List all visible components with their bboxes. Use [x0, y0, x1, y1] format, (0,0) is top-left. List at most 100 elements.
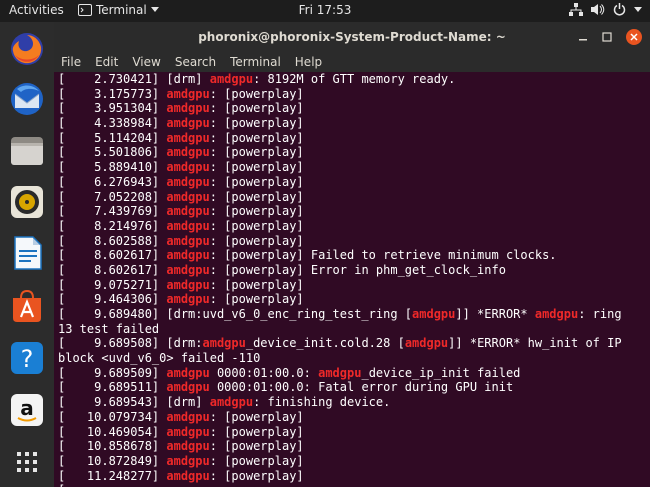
- line-text: [ 3.175773]: [58, 86, 167, 101]
- firefox-icon[interactable]: [9, 31, 45, 67]
- highlighted-token: amdgpu: [166, 189, 210, 204]
- line-text: block <uvd_v6_0> failed -110: [58, 351, 261, 366]
- menu-view[interactable]: View: [132, 55, 160, 69]
- activities-button[interactable]: Activities: [9, 3, 64, 17]
- terminal-line: [ 3.951304] amdgpu: [powerplay]: [58, 101, 650, 116]
- terminal-line: [ 7.052208] amdgpu: [powerplay]: [58, 190, 650, 205]
- line-text: [ 9.689508] [drm:: [58, 336, 203, 351]
- terminal-line: [ 8.214976] amdgpu: [powerplay]: [58, 219, 650, 234]
- terminal-line: [ 5.501806] amdgpu: [powerplay]: [58, 145, 650, 160]
- line-text: : [powerplay] Failed to retrieve minimum…: [209, 248, 557, 263]
- show-applications-icon[interactable]: [9, 444, 45, 480]
- terminal-line: block <uvd_v6_0> failed -110: [58, 351, 650, 366]
- line-text: [ 5.114204]: [58, 130, 167, 145]
- line-text: : [powerplay] Error in phm_get_clock_inf…: [209, 262, 506, 277]
- line-text: [ 10.872849]: [58, 453, 167, 468]
- maximize-icon[interactable]: [602, 32, 612, 42]
- terminal-line: [ 9.689480] [drm:uvd_v6_0_enc_ring_test_…: [58, 307, 650, 322]
- highlighted-token: amdgpu: [166, 468, 210, 483]
- highlighted-token: amdgpu: [318, 365, 362, 380]
- line-text: [ 7.052208]: [58, 189, 167, 204]
- line-text: : [powerplay]: [209, 189, 304, 204]
- terminal-line: [ 8.602617] amdgpu: [powerplay] Error in…: [58, 263, 650, 278]
- line-text: : [powerplay]: [209, 130, 304, 145]
- terminal-line: [ 8.602588] amdgpu: [powerplay]: [58, 234, 650, 249]
- terminal-line: [ 7.439769] amdgpu: [powerplay]: [58, 204, 650, 219]
- terminal-output[interactable]: [ 2.730421] [drm] amdgpu: 8192M of GTT m…: [54, 72, 650, 487]
- highlighted-token: amdgpu: [166, 277, 210, 292]
- line-text: ]] *ERROR*: [455, 307, 535, 321]
- libreoffice-writer-icon[interactable]: [9, 235, 45, 271]
- dock: ? a: [0, 22, 54, 487]
- highlighted-token: amdgpu: [209, 72, 254, 86]
- highlighted-token: amdgpu: [404, 336, 449, 351]
- menu-file[interactable]: File: [61, 55, 81, 69]
- line-text: ]] *ERROR* hw_init of IP: [448, 336, 622, 351]
- terminal-line: [ 9.689508] [drm:amdgpu_device_init.cold…: [58, 336, 650, 351]
- terminal-line: [ 10.469054] amdgpu: [powerplay]: [58, 425, 650, 440]
- terminal-line: 13 test failed: [58, 322, 650, 337]
- highlighted-token: amdgpu: [166, 453, 210, 468]
- window-titlebar[interactable]: phoronix@phoronix-System-Product-Name: ~: [54, 22, 650, 52]
- highlighted-token: amdgpu: [166, 424, 210, 439]
- line-text: [ 10.469054]: [58, 424, 167, 439]
- power-icon: [613, 3, 626, 16]
- terminal-line: [ 9.689543] [drm] amdgpu: finishing devi…: [58, 395, 650, 410]
- menu-terminal[interactable]: Terminal: [230, 55, 281, 69]
- line-text: [ 6.276943]: [58, 174, 167, 189]
- highlighted-token: amdgpu: [202, 336, 246, 351]
- menu-edit[interactable]: Edit: [95, 55, 118, 69]
- help-icon[interactable]: ?: [9, 340, 45, 376]
- terminal-line: [ 8.602617] amdgpu: [powerplay] Failed t…: [58, 248, 650, 263]
- terminal-line: [ 9.689509] amdgpu 0000:01:00.0: amdgpu_…: [58, 366, 650, 381]
- thunderbird-icon[interactable]: [9, 81, 45, 117]
- highlighted-token: amdgpu: [166, 262, 210, 277]
- minimize-icon[interactable]: [578, 32, 588, 42]
- line-text: : [powerplay]: [209, 277, 304, 292]
- terminal-line: [ 11.248277] amdgpu: [powerplay]: [58, 469, 650, 484]
- line-text: [ 8.602617]: [58, 248, 167, 263]
- close-icon[interactable]: [626, 29, 642, 45]
- ubuntu-software-icon[interactable]: [9, 288, 45, 324]
- terminal-line: [ 5.889410] amdgpu: [powerplay]: [58, 160, 650, 175]
- line-text: : ring: [578, 307, 622, 321]
- line-text: : [powerplay]: [209, 292, 304, 307]
- menu-help[interactable]: Help: [295, 55, 322, 69]
- line-text: : [powerplay]: [209, 439, 304, 454]
- terminal-line: [ 10.858678] amdgpu: [powerplay]: [58, 439, 650, 454]
- clock[interactable]: Fri 17:53: [299, 3, 352, 17]
- highlighted-token: amdgpu: [166, 145, 210, 160]
- line-text: [ 9.689511]: [58, 380, 167, 395]
- highlighted-token: amdgpu: [166, 101, 210, 116]
- line-text: : [powerplay]: [209, 116, 304, 131]
- highlighted-token: amdgpu: [166, 439, 210, 454]
- line-text: : [powerplay]: [209, 174, 304, 189]
- line-text: [ 3.951304]: [58, 101, 167, 116]
- line-text: : [powerplay]: [209, 409, 304, 424]
- line-text: [: [58, 483, 87, 487]
- volume-icon: [591, 4, 605, 15]
- line-text: [ 10.858678]: [58, 439, 167, 454]
- files-icon[interactable]: [9, 133, 45, 169]
- line-text: 0000:01:00.0:: [209, 365, 319, 380]
- highlighted-token: amdgpu: [166, 160, 210, 175]
- line-text: [ 9.689480] [drm:uvd_v6_0_enc_ring_test_…: [58, 307, 413, 321]
- line-text: : [powerplay]: [209, 86, 304, 101]
- terminal-line: [: [58, 483, 650, 487]
- svg-text:?: ?: [21, 345, 34, 373]
- amazon-icon[interactable]: a: [9, 392, 45, 428]
- app-menu-button[interactable]: Terminal: [78, 3, 159, 17]
- top-bar: Activities Terminal Fri 17:53: [0, 0, 650, 22]
- terminal-app-icon: [78, 4, 92, 16]
- terminal-line: [ 3.175773] amdgpu: [powerplay]: [58, 87, 650, 102]
- rhythmbox-icon[interactable]: [9, 184, 45, 220]
- line-text: : [powerplay]: [209, 160, 304, 175]
- system-tray[interactable]: [569, 3, 642, 16]
- highlighted-token: amdgpu: [166, 116, 210, 131]
- menu-search[interactable]: Search: [175, 55, 216, 69]
- line-text: [ 9.464306]: [58, 292, 167, 307]
- svg-text:a: a: [20, 396, 34, 420]
- highlighted-token: amdgpu: [166, 174, 210, 189]
- highlighted-token: amdgpu: [209, 395, 254, 410]
- terminal-line: [ 6.276943] amdgpu: [powerplay]: [58, 175, 650, 190]
